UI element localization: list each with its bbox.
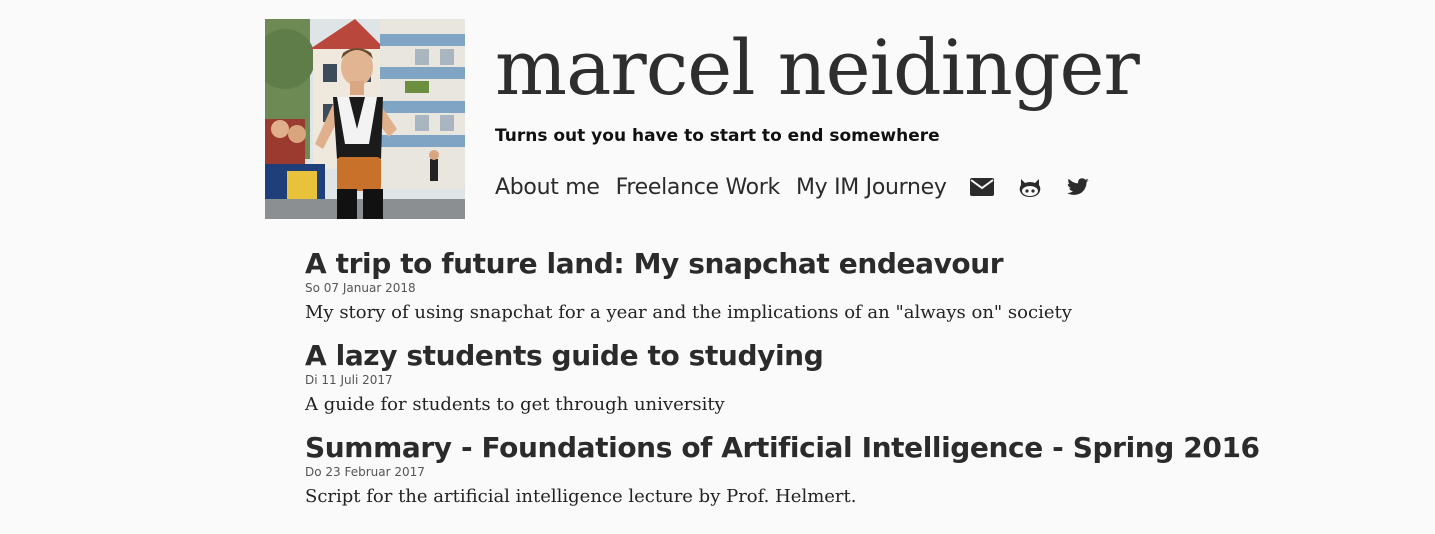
site-title[interactable]: marcel neidinger	[495, 22, 1140, 114]
email-link[interactable]	[969, 174, 995, 200]
page: marcel neidinger Turns out you have to s…	[0, 0, 1435, 534]
envelope-icon	[969, 178, 994, 196]
github-link[interactable]	[1017, 174, 1043, 200]
site-title-last: neidinger	[777, 23, 1140, 112]
github-icon	[1019, 179, 1040, 197]
post-list: A trip to future land: My snapchat endea…	[305, 244, 1305, 520]
post-title-link[interactable]: A lazy students guide to studying	[305, 339, 824, 372]
post-title: A trip to future land: My snapchat endea…	[305, 244, 1305, 284]
site-title-first: marcel	[495, 23, 756, 112]
twitter-link[interactable]	[1065, 174, 1091, 200]
tagline: Turns out you have to start to end somew…	[495, 126, 940, 146]
post-item: A trip to future land: My snapchat endea…	[305, 244, 1305, 326]
avatar[interactable]	[265, 19, 465, 219]
post-summary: Script for the artificial intelligence l…	[305, 486, 857, 507]
post-item: Summary - Foundations of Artificial Inte…	[305, 428, 1305, 510]
post-item: A lazy students guide to studying Di 11 …	[305, 336, 1305, 418]
twitter-icon	[1066, 178, 1089, 195]
post-title: Summary - Foundations of Artificial Inte…	[305, 428, 1305, 468]
main-nav: About me Freelance Work My IM Journey	[495, 170, 1107, 204]
post-summary: My story of using snapchat for a year an…	[305, 302, 1072, 323]
nav-item-about-me[interactable]: About me	[495, 175, 600, 200]
post-summary: A guide for students to get through univ…	[305, 394, 725, 415]
post-title: A lazy students guide to studying	[305, 336, 1305, 376]
post-title-link[interactable]: A trip to future land: My snapchat endea…	[305, 247, 1004, 280]
nav-item-freelance-work[interactable]: Freelance Work	[616, 175, 781, 200]
nav-item-my-im-journey[interactable]: My IM Journey	[796, 175, 947, 200]
avatar-photo	[265, 19, 465, 219]
post-title-link[interactable]: Summary - Foundations of Artificial Inte…	[305, 431, 1260, 464]
